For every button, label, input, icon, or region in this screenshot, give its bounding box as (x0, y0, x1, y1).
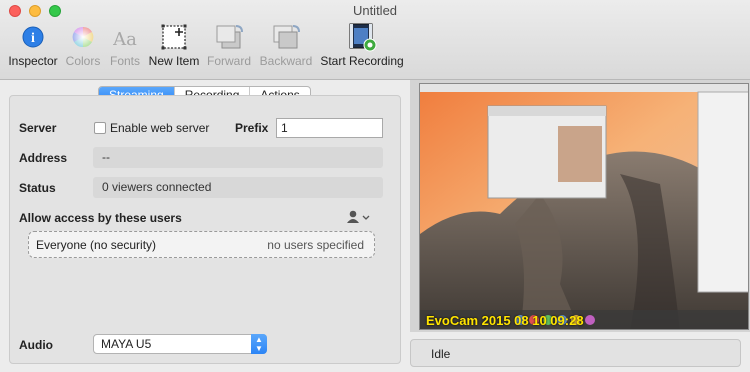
recording-status-bar: Idle (410, 339, 741, 367)
address-field: -- (93, 147, 383, 168)
enable-web-server-label[interactable]: Enable web server (110, 121, 209, 135)
backward-button[interactable]: Backward (256, 22, 316, 68)
colors-button[interactable]: Colors (63, 22, 103, 68)
fonts-icon: Aa (108, 22, 142, 52)
title-bar: Untitled i Inspector Colors Aa Fonts New… (0, 0, 750, 80)
list-item-user-note: no users specified (267, 238, 364, 252)
fonts-button[interactable]: Aa Fonts (106, 22, 144, 68)
send-backward-icon (269, 22, 303, 52)
window-title: Untitled (352, 3, 398, 18)
inspector-label: Inspector (8, 54, 58, 68)
chevron-updown-icon: ▲ ▼ (251, 334, 267, 354)
status-label: Status (19, 181, 56, 195)
address-label: Address (19, 151, 68, 165)
new-item-label: New Item (148, 54, 200, 68)
new-item-icon (157, 22, 191, 52)
server-label: Server (19, 121, 57, 135)
svg-text:Aa: Aa (112, 29, 137, 50)
toolbar: i Inspector Colors Aa Fonts New Item For… (0, 22, 750, 78)
audio-select[interactable]: MAYA U5 ▲ ▼ (93, 334, 267, 354)
preview-image (420, 84, 748, 329)
start-recording-label: Start Recording (320, 54, 404, 68)
fonts-label: Fonts (109, 54, 140, 68)
forward-label: Forward (206, 54, 251, 68)
inspector-button[interactable]: i Inspector (6, 22, 60, 68)
enable-web-server-checkbox[interactable] (94, 122, 106, 134)
allow-access-heading: Allow access by these users (19, 211, 182, 225)
preview-overlay-text: EvoCam 2015 08 10 09:28 (426, 313, 584, 328)
prefix-input[interactable]: 1 (276, 118, 383, 138)
list-item-user-name: Everyone (no security) (36, 238, 157, 252)
new-item-button[interactable]: New Item (146, 22, 202, 68)
audio-select-value: MAYA U5 (101, 337, 152, 351)
start-recording-icon (345, 22, 379, 52)
bring-forward-icon (212, 22, 246, 52)
status-field: 0 viewers connected (93, 177, 383, 198)
prefix-label: Prefix (235, 121, 269, 135)
user-menu-icon[interactable] (345, 209, 371, 225)
forward-button[interactable]: Forward (205, 22, 253, 68)
colors-label: Colors (65, 54, 101, 68)
audio-label: Audio (19, 338, 53, 352)
color-wheel-icon (66, 22, 100, 52)
users-list[interactable]: Everyone (no security) no users specifie… (28, 231, 375, 258)
backward-label: Backward (259, 54, 313, 68)
info-icon: i (16, 22, 50, 52)
svg-text:i: i (31, 31, 35, 46)
preview-screen: EvoCam 2015 08 10 09:28 (419, 83, 749, 330)
start-recording-button[interactable]: Start Recording (319, 22, 405, 68)
